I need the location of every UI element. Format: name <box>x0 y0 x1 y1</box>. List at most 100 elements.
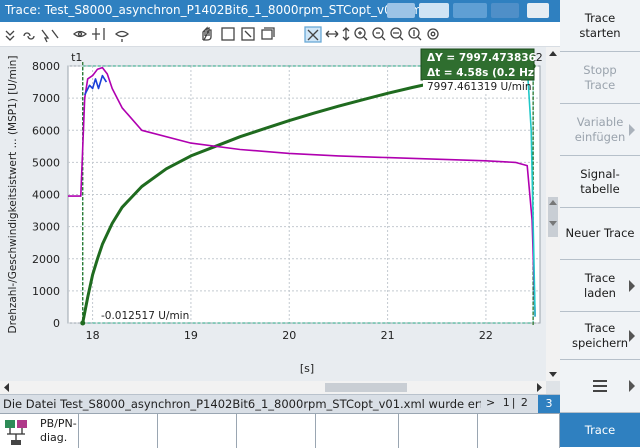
trace-chart[interactable]: 0 1000 2000 3000 4000 5000 6000 7000 8000 18 19 20 2… <box>0 47 546 381</box>
vertical-scrollbar[interactable] <box>546 47 560 381</box>
signal-table-button[interactable]: Signal- tabelle <box>560 156 640 208</box>
more-menu-button[interactable] <box>560 360 640 413</box>
channel-icon <box>491 3 519 18</box>
zoom-y-icon[interactable] <box>408 27 422 41</box>
scroll-down-icon[interactable] <box>549 372 557 377</box>
list-menu-icon <box>593 380 607 392</box>
zoom-in-icon[interactable] <box>354 27 368 41</box>
hand-pan-icon[interactable] <box>202 26 212 41</box>
page-3[interactable]: 3 <box>538 395 560 413</box>
y-tick-label: 1000 <box>32 285 60 298</box>
zoom-out-icon[interactable] <box>372 27 386 41</box>
trace-toolbar <box>0 22 560 47</box>
fit-horizontal-icon[interactable] <box>325 30 339 38</box>
trace-tab-label: Trace <box>584 422 616 437</box>
pager-prev[interactable]: > <box>484 396 497 409</box>
eye-graph-icon[interactable] <box>114 30 130 43</box>
x-axis-label: [s] <box>300 362 314 375</box>
new-trace-label: Neuer Trace <box>565 226 635 240</box>
load-trace-label: Trace laden <box>584 270 616 300</box>
save-trace-label: Trace speichern <box>571 320 629 350</box>
x-tick-label: 18 <box>86 329 100 342</box>
load-trace-button[interactable]: Trace laden <box>560 260 640 312</box>
hkey-pbpn-diag[interactable]: PB/PN- diag. <box>0 414 79 448</box>
page-selector: > 1 | 2 <box>484 396 530 409</box>
fit-vertical-icon[interactable] <box>342 27 350 41</box>
status-bar: Die Datei Test_S8000_asynchron_P1402Bit6… <box>0 394 560 413</box>
help-icon[interactable] <box>527 3 549 18</box>
scroll-right-icon[interactable] <box>537 383 542 392</box>
trace-start-label: Trace starten <box>579 10 621 40</box>
x-tick-label: 19 <box>184 329 198 342</box>
info-icon <box>453 3 487 18</box>
pbpn-label-2: diag. <box>40 431 68 444</box>
fit-all-icon[interactable] <box>304 26 322 43</box>
zoom-rect-icon[interactable] <box>261 27 275 40</box>
system-icons <box>387 3 557 19</box>
x-tick-label: 20 <box>282 329 296 342</box>
eye-icon[interactable] <box>72 30 88 38</box>
hkey-2[interactable] <box>79 414 158 448</box>
value-label-bottom: -0.012517 U/min <box>101 310 189 322</box>
page-2[interactable]: 2 <box>519 396 530 409</box>
status-message: Die Datei Test_S8000_asynchron_P1402Bit6… <box>3 397 481 411</box>
measure-cursor-icon[interactable] <box>5 30 15 41</box>
pbpn-label-1: PB/PN- <box>40 417 77 430</box>
hkey-5[interactable] <box>316 414 399 448</box>
scroll-left-icon[interactable] <box>4 383 9 392</box>
page-1[interactable]: 1 <box>501 396 512 409</box>
x-tick-label: 22 <box>479 329 493 342</box>
horizontal-softkey-bar: PB/PN- diag. <box>0 413 560 448</box>
x-tick-label: 21 <box>381 329 395 342</box>
y-tick-label: 4000 <box>32 189 60 202</box>
y-tick-label: 0 <box>53 317 60 330</box>
horizontal-scrollbar[interactable] <box>0 381 546 394</box>
y-tick-label: 3000 <box>32 221 60 234</box>
network-icon <box>387 3 415 18</box>
settings-icon[interactable] <box>427 28 439 40</box>
title-bar: Trace: Test_S8000_asynchron_P1402Bit6_1_… <box>0 0 560 22</box>
eye-crosshair-icon[interactable] <box>92 28 105 40</box>
status-bar-icon <box>419 3 449 18</box>
trace-stop-button[interactable]: Stopp Trace <box>560 52 640 104</box>
y-tick-label: 6000 <box>32 124 60 137</box>
new-trace-button[interactable]: Neuer Trace <box>560 208 640 260</box>
chevron-right-icon <box>629 329 635 342</box>
horizontal-scroll-thumb[interactable] <box>325 383 407 392</box>
chevron-right-icon <box>629 279 635 292</box>
value-label-top: 7997.461319 U/min <box>427 81 532 93</box>
hkey-6[interactable] <box>399 414 478 448</box>
save-trace-button[interactable]: Trace speichern <box>560 312 640 360</box>
trace-tab-button[interactable]: Trace <box>560 413 640 447</box>
zoom-x-icon[interactable] <box>390 27 404 41</box>
hkey-7[interactable] <box>478 414 560 448</box>
hkey-3[interactable] <box>158 414 237 448</box>
network-diagnosis-icon <box>5 420 27 445</box>
hkey-4[interactable] <box>237 414 316 448</box>
y-tick-label: 8000 <box>32 60 60 73</box>
insert-variable-label: Variable einfügen <box>574 114 626 144</box>
trace-start-button[interactable]: Trace starten <box>560 0 640 52</box>
y-tick-label: 2000 <box>32 253 60 266</box>
insert-variable-button[interactable]: Variable einfügen <box>560 104 640 156</box>
delta-t-value: Δt = 4.58s (0.2 Hz) <box>427 67 539 79</box>
trace-stop-label: Stopp Trace <box>583 62 617 92</box>
chevron-right-icon <box>629 380 635 392</box>
cursor-mode-icon[interactable] <box>41 29 59 43</box>
zoom-area-icon[interactable] <box>241 27 255 41</box>
zoom-window-icon[interactable] <box>221 27 235 41</box>
y-tick-label: 7000 <box>32 92 60 105</box>
trace-plot-area[interactable]: 0 1000 2000 3000 4000 5000 6000 7000 8000 18 19 20 2… <box>0 47 546 381</box>
y-axis-label: Drehzahl-/Geschwindigkeitsistwert ... (M… <box>7 56 19 334</box>
scrollbar-corner <box>546 381 560 394</box>
delta-y-value: ΔY = 7997.473836 <box>427 52 536 64</box>
y-tick-label: 5000 <box>32 156 60 169</box>
scroll-up-icon[interactable] <box>549 51 557 56</box>
cursor-t1-marker <box>80 320 86 326</box>
signal-table-label: Signal- tabelle <box>580 166 620 196</box>
chevron-right-icon <box>629 123 635 136</box>
link-icon[interactable] <box>23 32 35 40</box>
window-title: Trace: Test_S8000_asynchron_P1402Bit6_1_… <box>5 3 426 17</box>
vertical-softkey-bar: Trace starten Stopp Trace Variable einfü… <box>560 0 640 447</box>
cursor-t1-label: t1 <box>71 51 82 64</box>
